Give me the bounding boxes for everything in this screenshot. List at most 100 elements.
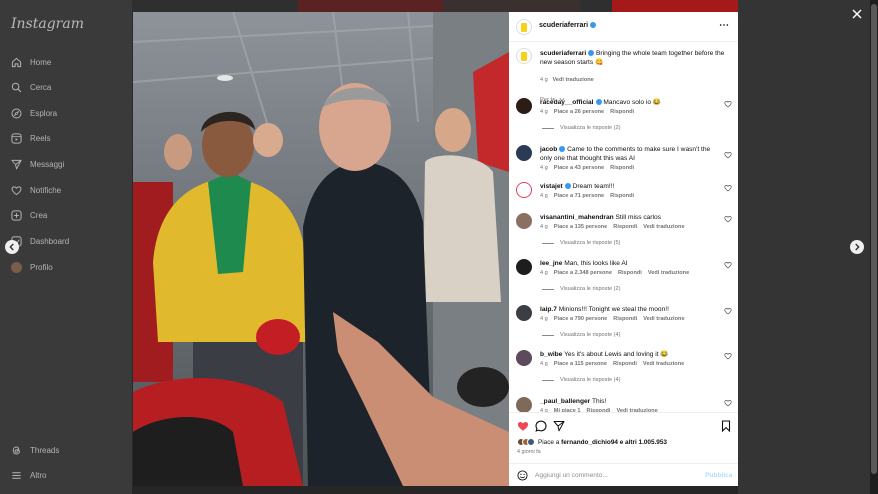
sidebar-item-reels[interactable]: Reels [11, 131, 50, 145]
comment-likes-count[interactable]: Piace a 26 persone [554, 109, 604, 115]
comment-likes-count[interactable]: Piace a 43 persone [554, 165, 604, 171]
caption-author-avatar[interactable] [516, 48, 532, 64]
likes-user[interactable]: fernando_dichio94 [561, 439, 618, 446]
sidebar-item-label: Notifiche [30, 185, 62, 195]
publish-button[interactable]: Pubblica [705, 472, 732, 479]
emoji-icon[interactable] [517, 470, 528, 481]
sidebar-item-home[interactable]: Home [11, 55, 51, 69]
save-bookmark-button[interactable] [720, 420, 732, 432]
likes-text: Piace a fernando_dichio94 e altri 1.005.… [538, 439, 667, 446]
view-replies-button[interactable]: Visualizza le risposte (2) [542, 125, 621, 131]
more-options-button[interactable] [719, 19, 729, 30]
comment-username[interactable]: visanantini_mahendran [540, 214, 614, 221]
sidebar-item-profile[interactable]: Profilo [11, 260, 53, 274]
comment-username[interactable]: vistajet [540, 183, 563, 190]
view-replies-label: Visualizza le risposte (4) [560, 377, 621, 383]
comment-likes-count[interactable]: Piace a 790 persone [554, 316, 608, 322]
sidebar-item-notifications[interactable]: Notifiche [11, 183, 61, 197]
sidebar-item-label: Cerca [30, 82, 52, 92]
comment-like-button[interactable] [724, 307, 732, 315]
page-scrollbar[interactable] [870, 0, 878, 494]
view-replies-button[interactable]: Visualizza le risposte (2) [542, 286, 621, 292]
comment-like-button[interactable] [724, 399, 732, 407]
comment-likes-count[interactable]: Piace a 2.348 persone [554, 270, 612, 276]
reply-button[interactable]: Rispondi [613, 224, 637, 230]
comment-age: 4 g [540, 165, 548, 171]
reply-button[interactable]: Rispondi [610, 109, 634, 115]
see-translation-link[interactable]: Vedi traduzione [552, 77, 593, 83]
chevron-left-icon [9, 243, 14, 251]
like-button[interactable] [517, 420, 529, 432]
reply-button[interactable]: Rispondi [618, 270, 642, 276]
post-photo[interactable] [133, 12, 509, 486]
view-replies-button[interactable]: Visualizza le risposte (4) [542, 377, 621, 383]
post-header: scuderiaferrari [509, 12, 738, 42]
sidebar-item-threads[interactable]: Threads [11, 443, 59, 457]
view-replies-button[interactable]: Visualizza le risposte (4) [542, 332, 621, 338]
sidebar-item-more[interactable]: Altro [11, 468, 46, 482]
share-button[interactable] [553, 420, 565, 432]
commenter-avatar[interactable] [516, 397, 532, 413]
comment-likes-count[interactable]: Piace a 71 persone [554, 193, 604, 199]
comment-text: Yes it's about Lewis and loving it 😂 [564, 351, 669, 358]
comment-button[interactable] [535, 420, 547, 432]
comment-username[interactable]: _paul_ballenger [540, 398, 590, 405]
comment-like-button[interactable] [724, 100, 732, 108]
commenter-avatar[interactable] [516, 182, 532, 198]
see-translation-link[interactable]: Vedi traduzione [643, 316, 684, 322]
commenter-avatar[interactable] [516, 213, 532, 229]
close-button[interactable] [850, 7, 864, 21]
previous-post-button[interactable] [5, 240, 19, 254]
comment-like-button[interactable] [724, 261, 732, 269]
comment-username[interactable]: b_wibe [540, 351, 562, 358]
caption-username[interactable]: scuderiaferrari [540, 50, 586, 57]
scrollbar-thumb[interactable] [871, 4, 877, 474]
sidebar-item-create[interactable]: Crea [11, 208, 47, 222]
next-post-button[interactable] [850, 240, 864, 254]
comment-like-button[interactable] [724, 184, 732, 192]
comment-meta: 4 g Piace a 26 persone Rispondi [540, 109, 640, 115]
comment-username[interactable]: jacob [540, 146, 557, 153]
view-replies-label: Visualizza le risposte (2) [560, 125, 621, 131]
commenter-avatar[interactable] [516, 305, 532, 321]
see-translation-link[interactable]: Vedi traduzione [648, 270, 689, 276]
comment-age: 4 g [540, 193, 548, 199]
reply-button[interactable]: Rispondi [613, 316, 637, 322]
comment-username[interactable]: lee_jne [540, 260, 562, 267]
sidebar-item-label: Home [30, 57, 52, 67]
comment-username[interactable]: raceday__official [540, 99, 594, 106]
comment-username[interactable]: laip.7 [540, 306, 557, 313]
reply-button[interactable]: Rispondi [613, 361, 637, 367]
sidebar-item-messages[interactable]: Messaggi [11, 157, 64, 171]
comment-like-button[interactable] [724, 151, 732, 159]
comment-text: Still miss carlos [615, 214, 661, 221]
comment-like-button[interactable] [724, 215, 732, 223]
comment-input[interactable]: Aggiungi un commento... [535, 472, 608, 479]
view-replies-button[interactable]: Visualizza le risposte (5) [542, 240, 621, 246]
reply-button[interactable]: Rispondi [610, 193, 634, 199]
sidebar-item-label: Dashboard [30, 236, 70, 246]
comment-text: Dream team!!! [572, 183, 615, 190]
sidebar-item-dashboard[interactable]: Dashboard [11, 234, 69, 248]
sidebar-item-search[interactable]: Cerca [11, 80, 51, 94]
search-icon [11, 82, 22, 92]
see-translation-link[interactable]: Vedi traduzione [643, 361, 684, 367]
author-avatar[interactable] [516, 19, 532, 35]
comment-like-button[interactable] [724, 352, 732, 360]
instagram-logo[interactable]: Instagram [11, 16, 84, 32]
comment-likes-count[interactable]: Piace a 115 persone [554, 361, 607, 367]
comment-likes-count[interactable]: Piace a 135 persone [554, 224, 608, 230]
heart-icon [11, 185, 22, 195]
see-translation-link[interactable]: Vedi traduzione [643, 224, 684, 230]
sidebar-item-label: Threads [30, 445, 60, 455]
commenter-avatar[interactable] [516, 98, 532, 114]
reply-button[interactable]: Rispondi [610, 165, 634, 171]
commenter-avatar[interactable] [516, 145, 532, 161]
comment-meta: 4 g Piace a 43 persone Rispondi [540, 165, 640, 171]
sidebar-item-explore[interactable]: Esplora [11, 106, 57, 120]
author-username[interactable]: scuderiaferrari [539, 22, 597, 29]
commenter-avatar[interactable] [516, 259, 532, 275]
commenter-avatar[interactable] [516, 350, 532, 366]
likes-summary[interactable]: Piace a fernando_dichio94 e altri 1.005.… [517, 438, 667, 446]
menu-icon [12, 471, 21, 479]
